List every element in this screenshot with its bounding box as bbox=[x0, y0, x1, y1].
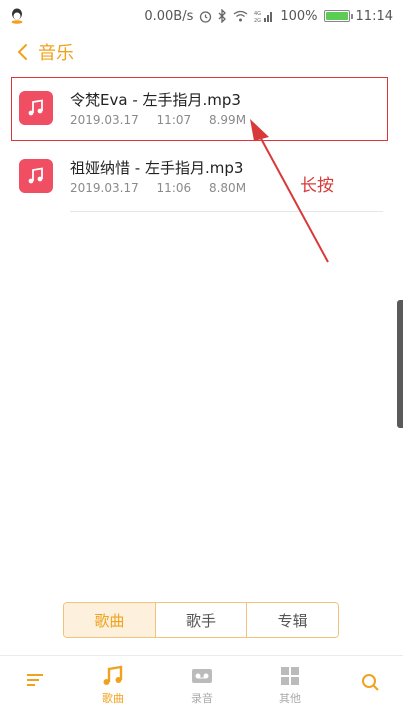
status-bar: 0.00B/s 4G 2G 100% 11:14 bbox=[0, 0, 403, 32]
svg-text:2G: 2G bbox=[254, 18, 261, 23]
apps-icon bbox=[281, 667, 299, 685]
tab-albums[interactable]: 专辑 bbox=[246, 603, 338, 637]
qq-icon bbox=[11, 8, 23, 24]
search-icon bbox=[362, 674, 379, 691]
svg-text:4G: 4G bbox=[254, 11, 261, 17]
clock: 11:14 bbox=[355, 8, 393, 24]
annotation-label: 长按 bbox=[300, 176, 334, 196]
nav-menu[interactable] bbox=[5, 672, 65, 688]
file-time: 11:06 bbox=[156, 181, 192, 195]
signal-icon: 4G 2G bbox=[254, 11, 273, 23]
nav-songs[interactable]: 歌曲 bbox=[83, 664, 143, 706]
bottom-nav: 歌曲 录音 其他 bbox=[0, 655, 403, 715]
segmented-tabs: 歌曲 歌手 专辑 bbox=[63, 602, 339, 638]
nav-other[interactable]: 其他 bbox=[260, 664, 320, 706]
list-item[interactable]: 祖娅纳惜 - 左手指月.mp3 2019.03.17 11:06 8.80M bbox=[0, 144, 403, 212]
voicemail-icon bbox=[192, 669, 212, 683]
menu-icon bbox=[27, 674, 43, 686]
battery-percent: 100% bbox=[280, 8, 318, 24]
nav-label: 录音 bbox=[191, 692, 213, 705]
alarm-icon bbox=[200, 10, 212, 23]
nav-recordings[interactable]: 录音 bbox=[172, 664, 232, 706]
tab-songs[interactable]: 歌曲 bbox=[64, 603, 155, 637]
file-name: 祖娅纳惜 - 左手指月.mp3 bbox=[70, 159, 244, 177]
bluetooth-icon bbox=[218, 9, 227, 23]
file-date: 2019.03.17 bbox=[70, 181, 139, 195]
header: 音乐 bbox=[0, 32, 403, 72]
scroll-handle[interactable] bbox=[397, 300, 403, 428]
music-note-icon bbox=[103, 665, 123, 685]
music-file-icon bbox=[19, 159, 53, 193]
wifi-icon bbox=[233, 10, 248, 22]
page-title: 音乐 bbox=[38, 43, 74, 64]
nav-label: 歌曲 bbox=[102, 692, 124, 705]
nav-search[interactable] bbox=[340, 672, 400, 692]
music-note-icon bbox=[28, 167, 43, 184]
file-meta: 2019.03.17 11:06 8.80M bbox=[70, 181, 260, 195]
tab-artists[interactable]: 歌手 bbox=[154, 603, 247, 637]
battery-icon bbox=[323, 10, 353, 22]
network-speed: 0.00B/s bbox=[144, 8, 194, 24]
back-chevron-icon[interactable] bbox=[14, 41, 32, 63]
nav-label: 其他 bbox=[279, 692, 301, 705]
